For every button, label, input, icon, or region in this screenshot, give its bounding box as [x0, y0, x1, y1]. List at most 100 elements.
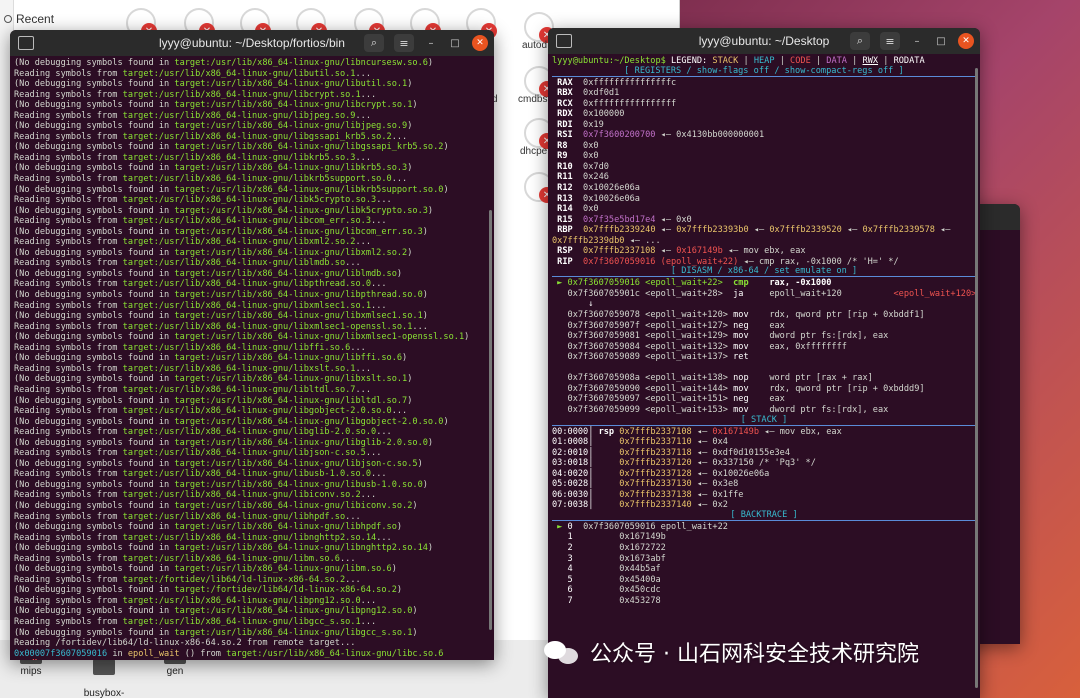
text-segment: Reading symbols from	[14, 237, 123, 248]
path-text: target:/usr/lib/x86_64-linux-gnu/libpng1…	[122, 595, 361, 606]
current-pointer: ►	[552, 521, 568, 532]
current-pointer	[552, 394, 568, 404]
text-segment: ...	[371, 216, 387, 227]
path-text: target:/usr/lib/x86_64-linux-gnu/libxmls…	[174, 332, 465, 343]
register-row: RDI 0x19	[552, 120, 976, 131]
terminal-line: Reading symbols from target:/usr/lib/x86…	[14, 406, 490, 417]
register-value: 0xffffffffffffffff	[583, 98, 677, 109]
text-segment: Reading symbols from	[14, 532, 123, 543]
search-icon[interactable]: ⌕	[364, 34, 384, 52]
text-segment: (No debugging symbols found in	[14, 332, 175, 343]
text-segment: |	[774, 56, 791, 66]
wechat-logo-icon	[544, 639, 580, 665]
text-segment: Reading symbols from	[14, 553, 123, 564]
operand: rdx, qword ptr [rip + 0xbddd9]	[769, 383, 925, 394]
terminal-line: pwndbg>	[14, 659, 490, 660]
frame-address: 0x1672722	[583, 542, 666, 553]
backtrace-row: 6 0x450cdc	[552, 585, 976, 596]
arrow-text: ◂—	[691, 468, 713, 479]
close-icon[interactable]: ✕	[958, 33, 974, 49]
search-icon[interactable]: ⌕	[850, 32, 870, 50]
code-address: 0x7f3607059016 (epoll_wait+22)	[583, 256, 739, 267]
register-row: R9 0x0	[552, 151, 976, 162]
frame-address: 0x453278	[583, 595, 661, 606]
pwndbg-context-output[interactable]: lyyy@ubuntu:~/Desktop$ LEGEND: STACK | H…	[548, 54, 980, 608]
current-pointer	[552, 321, 568, 331]
current-pointer	[552, 575, 568, 585]
text-segment: Reading /fortidev/lib64/ld-linux-x86-64.…	[14, 638, 356, 649]
current-pointer	[552, 585, 568, 595]
register-value: 0x7f35e5bd17e4	[583, 214, 656, 225]
terminal-line: (No debugging symbols found in target:/u…	[14, 269, 490, 280]
terminal-line: Reading symbols from target:/usr/lib/x86…	[14, 448, 490, 459]
current-pointer	[552, 532, 568, 542]
text-segment: (No debugging symbols found in	[14, 416, 175, 427]
terminal-line: Reading symbols from target:/usr/lib/x86…	[14, 301, 490, 312]
frame-address: 0x1673abf	[583, 553, 666, 564]
maximize-icon[interactable]: □	[448, 36, 462, 50]
mnemonic: cmp	[733, 278, 770, 289]
terminal-line: (No debugging symbols found in target:/u…	[14, 417, 490, 428]
text-segment: ...	[371, 469, 387, 480]
scrollbar[interactable]	[975, 68, 978, 688]
hamburger-menu-icon[interactable]: ≡	[880, 32, 900, 50]
current-pointer	[552, 543, 568, 553]
disasm-address: 0x7f3607059084 <epoll_wait+132>	[567, 341, 734, 352]
text-segment: ...	[339, 553, 356, 564]
mnemonic: mov	[733, 341, 770, 352]
text-segment: Reading symbols from	[14, 110, 123, 121]
window-controls: ⌕ ≡ – □ ✕	[364, 34, 488, 52]
register-name: R13	[552, 193, 584, 204]
text-segment: Reading symbols from	[14, 279, 123, 290]
path-text: target:/usr/lib/x86_64-linux-gnu/libkrb5…	[174, 163, 408, 174]
path-text: target:/usr/lib/x86_64-linux-gnu/libltdl…	[122, 384, 356, 395]
text-segment: (No debugging symbols found in	[14, 184, 175, 195]
text-segment: (No debugging symbols found in	[14, 247, 175, 258]
terminal-line: (No debugging symbols found in target:/u…	[14, 248, 490, 259]
text-segment: Reading symbols from	[14, 616, 123, 627]
stack-row: 04:0020│ 0x7fffb2337128 ◂— 0x10026e06a	[552, 469, 976, 480]
arrow-text: ◂—	[655, 246, 677, 257]
text-segment: )	[396, 585, 403, 596]
new-tab-icon[interactable]	[556, 34, 572, 48]
stack-offset: 03:0018│	[552, 458, 599, 469]
path-text: target:/usr/lib/x86_64-linux-gnu/libgcc_…	[174, 627, 413, 638]
left-terminal-window[interactable]: lyyy@ubuntu: ~/Desktop/fortios/bin ⌕ ≡ –…	[10, 30, 494, 660]
mnemonic: mov	[733, 310, 770, 321]
scrollbar[interactable]	[489, 210, 492, 630]
current-pointer	[552, 331, 568, 341]
register-row: RBX 0xdf0d1	[552, 88, 976, 99]
text-segment: (No debugging symbols found in	[14, 479, 175, 490]
text-segment: (No debugging symbols found in	[14, 395, 175, 406]
register-name: RIP	[552, 256, 584, 267]
close-icon[interactable]: ✕	[472, 35, 488, 51]
text-segment: ...	[345, 258, 361, 269]
operand: dword ptr fs:[rdx], eax	[769, 404, 889, 415]
terminal-line: 0x00007f3607059016 in epoll_wait () from…	[14, 649, 490, 660]
operand: rax, -0x1000	[769, 278, 832, 289]
minimize-icon[interactable]: –	[424, 36, 438, 50]
terminal-line: Reading symbols from target:/usr/lib/x86…	[14, 237, 490, 248]
right-terminal-window[interactable]: lyyy@ubuntu: ~/Desktop ⌕ ≡ – □ ✕ lyyy@ub…	[548, 28, 980, 698]
text-segment: )	[427, 437, 434, 448]
terminal-line: (No debugging symbols found in target:/u…	[14, 142, 490, 153]
left-terminal-output[interactable]: (No debugging symbols found in target:/u…	[10, 56, 494, 660]
path-text: target:/usr/lib/x86_64-linux-gnu/libutil…	[122, 68, 356, 79]
text-segment: ...	[350, 342, 366, 353]
sidebar-item-recent[interactable]: Recent	[4, 12, 54, 26]
minimize-icon[interactable]: –	[910, 34, 924, 48]
text-segment: (No debugging symbols found in	[14, 564, 175, 575]
register-row: R10 0x7d0	[552, 162, 976, 173]
hamburger-menu-icon[interactable]: ≡	[394, 34, 414, 52]
text-segment: )	[422, 226, 428, 237]
path-text: target:/usr/lib/x86_64-linux-gnu/libcom_…	[122, 216, 372, 227]
maximize-icon[interactable]: □	[934, 34, 948, 48]
text-segment: Reading symbols from	[14, 342, 123, 353]
register-value: 0x246	[583, 172, 609, 183]
new-tab-icon[interactable]	[18, 36, 34, 50]
stack-value: 0x1ffe	[712, 489, 744, 500]
terminal-line: Reading symbols from target:/fortidev/li…	[14, 575, 490, 586]
stack-register	[599, 437, 620, 447]
path-text: target:/usr/lib/x86_64-linux-gnu/libicon…	[122, 490, 361, 501]
arrow-text: ◂—	[841, 225, 863, 236]
